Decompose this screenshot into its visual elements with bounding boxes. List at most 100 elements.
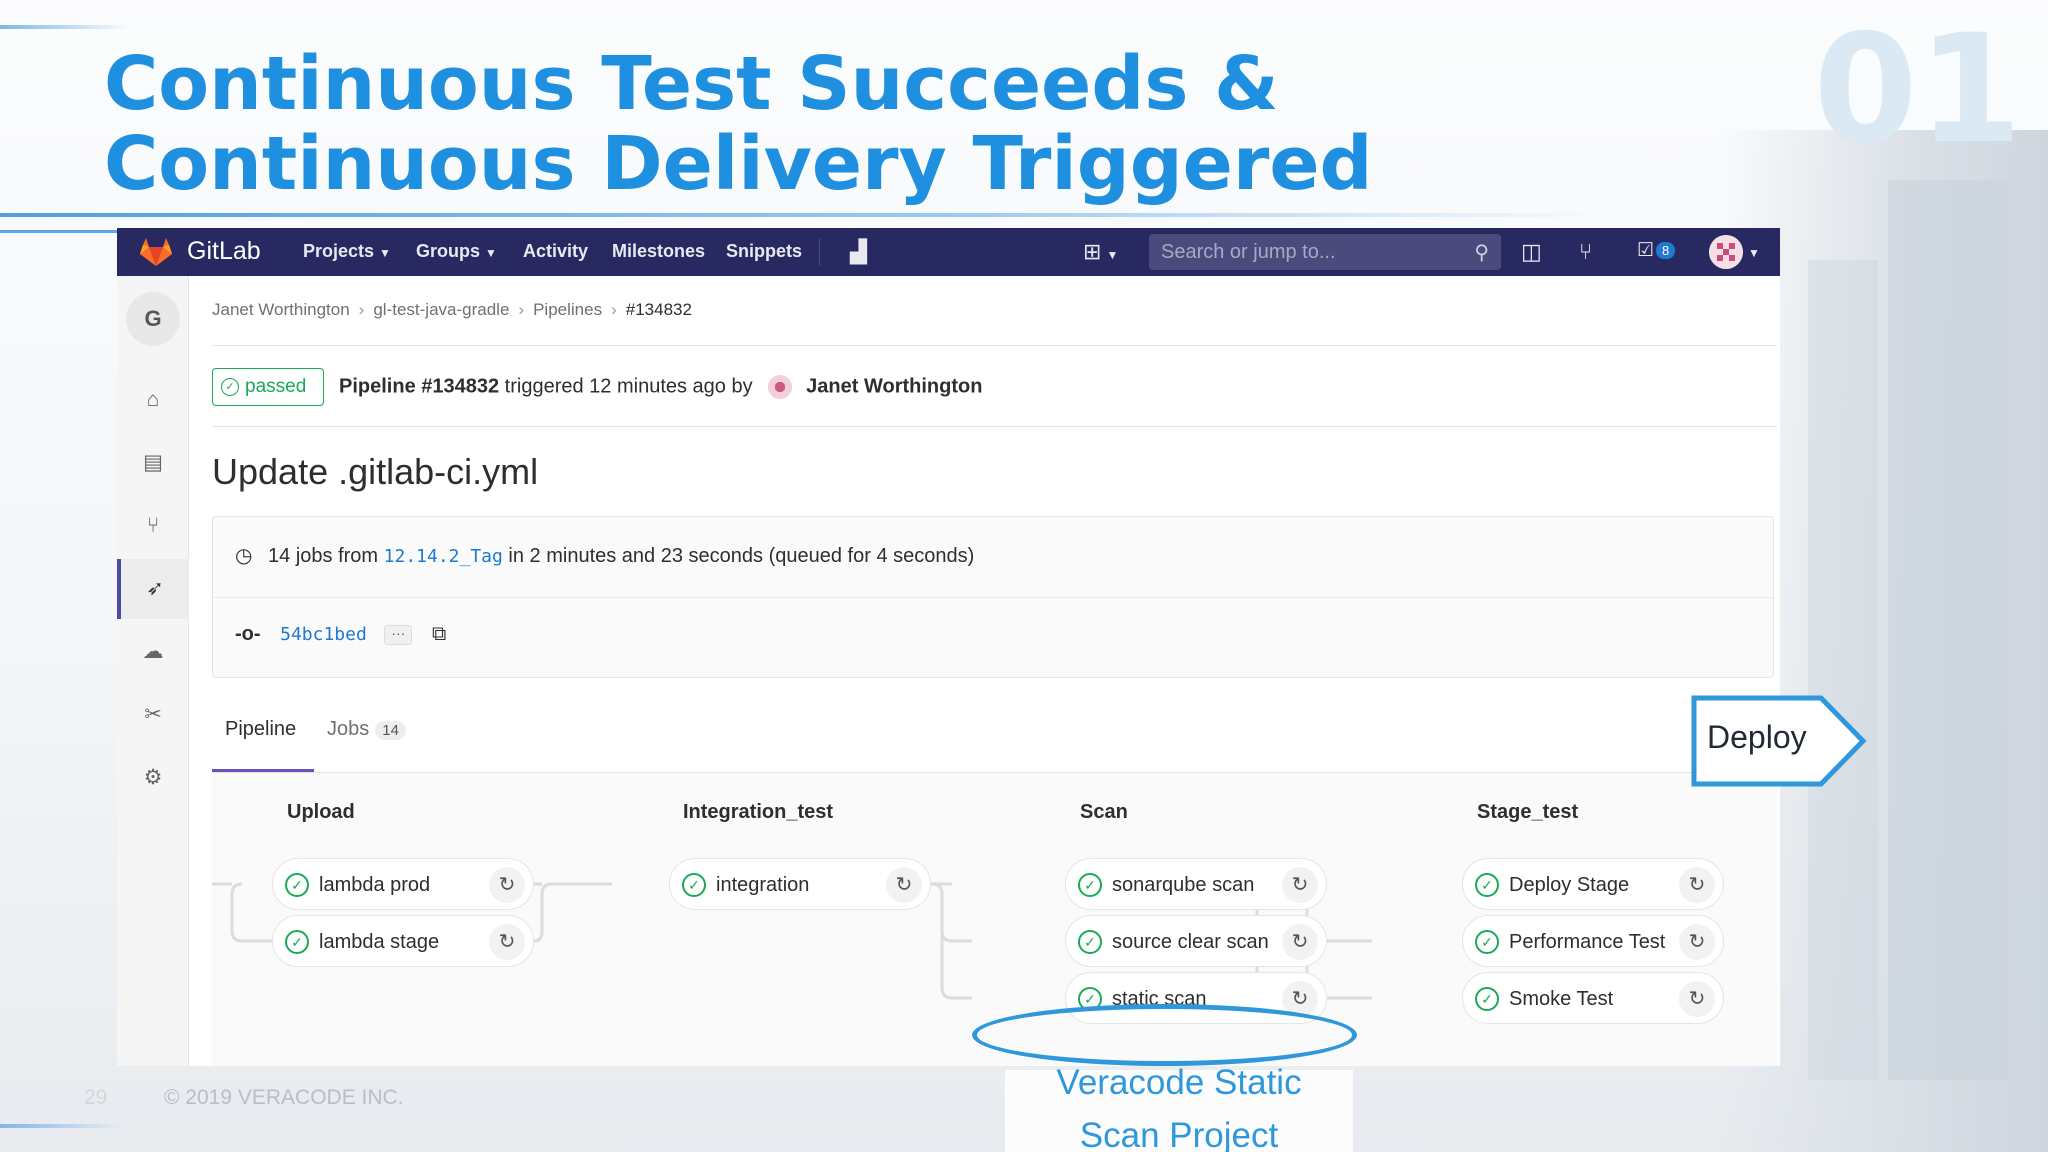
search-input[interactable] — [1149, 234, 1449, 270]
job-performance-test[interactable]: ✓ Performance Test ↻ — [1462, 915, 1724, 967]
plus-icon[interactable]: ⊞ ▼ — [1083, 239, 1118, 265]
breadcrumb-item[interactable]: Pipelines — [533, 300, 602, 319]
deploy-annotation: Deploy — [1707, 719, 1807, 755]
divider — [213, 597, 1773, 598]
job-sonarqube-scan[interactable]: ✓ sonarqube scan ↻ — [1065, 858, 1327, 910]
chevron-down-icon: ▼ — [379, 246, 391, 260]
status-badge-label: passed — [245, 376, 307, 397]
decorative-line — [0, 230, 118, 233]
chart-icon[interactable]: ▟ — [850, 239, 867, 265]
operations-icon[interactable]: ☁ — [117, 622, 189, 682]
job-integration[interactable]: ✓ integration ↻ — [669, 858, 931, 910]
check-circle-icon: ✓ — [1475, 873, 1499, 897]
jobs-count-badge: 14 — [375, 721, 406, 740]
slide-number: 01 — [1813, 3, 2022, 177]
retry-icon[interactable]: ↻ — [1679, 981, 1715, 1017]
project-sidebar: G ⌂ ▤ ⑂ ➶ ☁ ✂ ⚙ — [117, 276, 189, 1066]
check-circle-icon: ✓ — [1475, 930, 1499, 954]
settings-gear-icon[interactable]: ⚙ — [117, 748, 189, 808]
background-building — [1888, 180, 2008, 1080]
slide-title: Continuous Test Succeeds & Continuous De… — [104, 41, 1373, 207]
breadcrumb-item[interactable]: Janet Worthington — [212, 300, 350, 319]
triggered-text: triggered 12 minutes ago by — [504, 375, 753, 398]
page-number: 29 — [84, 1086, 108, 1109]
retry-icon[interactable]: ↻ — [1679, 867, 1715, 903]
chevron-down-icon[interactable]: ▼ — [1748, 246, 1760, 260]
retry-icon[interactable]: ↻ — [1282, 867, 1318, 903]
nav-projects[interactable]: Projects ▼ — [303, 241, 391, 262]
merge-request-icon[interactable]: ⑂ — [1579, 239, 1592, 265]
jobs-summary: ◷ 14 jobs from 12.14.2_Tag in 2 minutes … — [235, 545, 975, 567]
user-avatar[interactable] — [1709, 235, 1743, 269]
check-circle-icon: ✓ — [221, 378, 239, 396]
expand-commit-button[interactable]: ··· — [384, 624, 413, 645]
search-icon: ⚲ — [1474, 242, 1489, 264]
brand-name[interactable]: GitLab — [187, 237, 261, 266]
stage-title: Upload — [287, 801, 355, 823]
gitlab-logo-icon[interactable] — [139, 237, 173, 267]
chevron-right-icon: › — [611, 300, 617, 319]
retry-icon[interactable]: ↻ — [489, 867, 525, 903]
retry-icon[interactable]: ↻ — [1282, 924, 1318, 960]
job-smoke-test[interactable]: ✓ Smoke Test ↻ — [1462, 972, 1724, 1024]
home-icon[interactable]: ⌂ — [117, 370, 189, 430]
check-circle-icon: ✓ — [1475, 987, 1499, 1011]
decorative-line — [0, 213, 1600, 217]
nav-snippets[interactable]: Snippets — [726, 241, 802, 262]
issues-icon[interactable]: ◫ — [1521, 239, 1542, 265]
status-badge[interactable]: ✓ passed — [212, 368, 324, 406]
job-source-clear-scan[interactable]: ✓ source clear scan ↻ — [1065, 915, 1327, 967]
chevron-right-icon: › — [358, 300, 365, 319]
commit-sha-link[interactable]: 54bc1bed — [280, 624, 367, 645]
commit-row: -o- 54bc1bed ··· ⧉ — [235, 623, 446, 646]
nav-divider — [819, 238, 820, 266]
pipeline-header: Pipeline #134832 triggered 12 minutes ag… — [339, 375, 982, 399]
job-deploy-stage[interactable]: ✓ Deploy Stage ↻ — [1462, 858, 1724, 910]
veracode-annotation: Veracode Static Scan Project — [1056, 1063, 1302, 1152]
divider — [212, 345, 1777, 346]
divider — [212, 426, 1777, 427]
group-avatar[interactable]: G — [126, 292, 180, 346]
background-building — [1808, 260, 1878, 1080]
gitlab-window: GitLab Projects ▼ Groups ▼ Activity Milest… — [117, 228, 1780, 1066]
todo-count-badge: 8 — [1656, 242, 1676, 260]
job-lambda-stage[interactable]: ✓ lambda stage ↻ — [272, 915, 534, 967]
breadcrumb-item[interactable]: gl-test-java-gradle — [373, 300, 509, 319]
merge-request-icon[interactable]: ⑂ — [117, 496, 189, 556]
retry-icon[interactable]: ↻ — [886, 867, 922, 903]
commit-title: Update .gitlab-ci.yml — [212, 451, 539, 492]
repository-icon[interactable]: ▤ — [117, 433, 189, 493]
ref-link[interactable]: 12.14.2_Tag — [384, 546, 503, 567]
nav-activity[interactable]: Activity — [523, 241, 588, 262]
nav-groups[interactable]: Groups ▼ — [416, 241, 497, 262]
todos-icon[interactable]: ☑ 8 — [1637, 239, 1676, 262]
nav-milestones[interactable]: Milestones — [612, 241, 705, 262]
check-circle-icon: ✓ — [682, 873, 706, 897]
check-circle-icon: ✓ — [1078, 930, 1102, 954]
job-lambda-prod[interactable]: ✓ lambda prod ↻ — [272, 858, 534, 910]
commit-icon: -o- — [235, 623, 261, 645]
check-circle-icon: ✓ — [285, 930, 309, 954]
retry-icon[interactable]: ↻ — [1679, 924, 1715, 960]
retry-icon[interactable]: ↻ — [489, 924, 525, 960]
author-link[interactable]: Janet Worthington — [806, 375, 982, 397]
pipeline-info-box: ◷ 14 jobs from 12.14.2_Tag in 2 minutes … — [212, 516, 1774, 678]
decorative-line — [0, 1124, 120, 1128]
decorative-line — [0, 25, 130, 29]
stage-title: Integration_test — [683, 801, 834, 823]
avatar-identicon-icon — [1709, 235, 1743, 269]
pipeline-id: Pipeline #134832 — [339, 375, 500, 398]
tab-jobs[interactable]: Jobs 14 — [327, 718, 406, 741]
clock-icon: ◷ — [235, 545, 253, 567]
author-avatar[interactable] — [768, 375, 793, 399]
check-circle-icon: ✓ — [285, 873, 309, 897]
tab-pipeline[interactable]: Pipeline — [212, 718, 312, 741]
breadcrumb-current: #134832 — [625, 300, 692, 319]
copy-icon[interactable]: ⧉ — [432, 623, 446, 645]
ci-cd-rocket-icon[interactable]: ➶ — [117, 559, 189, 619]
stage-title: Stage_test — [1477, 801, 1579, 823]
snippets-scissors-icon[interactable]: ✂ — [117, 685, 189, 745]
search-box[interactable]: ⚲ — [1149, 234, 1501, 270]
chevron-right-icon: › — [518, 300, 525, 319]
breadcrumb: Janet Worthington › gl-test-java-gradle › Pi… — [212, 300, 692, 320]
